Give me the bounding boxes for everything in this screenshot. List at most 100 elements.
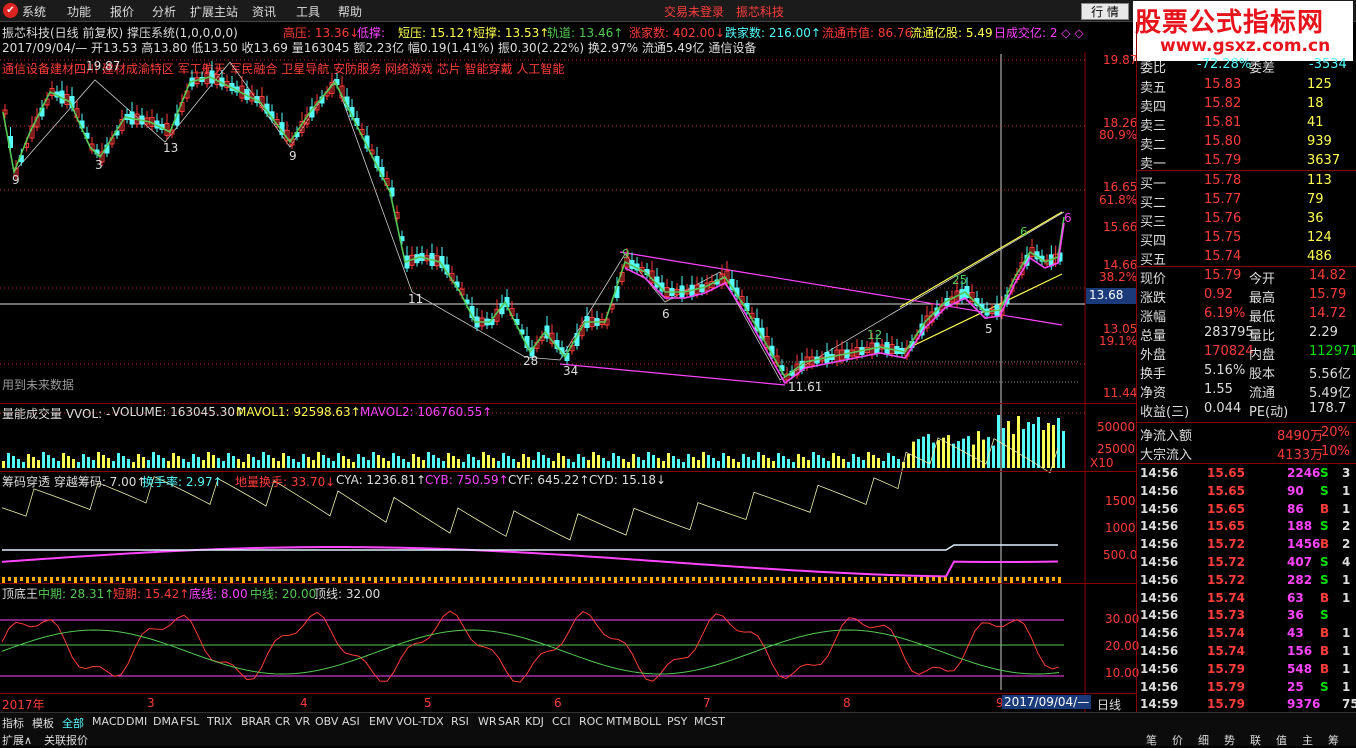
menu-ext-site[interactable]: 扩展主站 [190, 3, 238, 20]
tick-volume: 156 [1287, 644, 1313, 658]
tick-side: S [1320, 608, 1329, 623]
period-label[interactable]: 日线 [1097, 696, 1121, 713]
weibi-value: -72.28% [1197, 57, 1252, 72]
stat-value: 15.79 [1204, 268, 1242, 283]
indicator-tab[interactable]: KDJ [525, 715, 544, 728]
tick-side: S [1320, 466, 1329, 480]
tick-row: 14:56 15.72 407 S 4 [1137, 554, 1356, 572]
tick-row: 14:56 15.65 86 B 1 [1137, 501, 1356, 519]
tick-count: 1 [1342, 572, 1351, 587]
indicator-tab[interactable]: MTM [606, 715, 632, 728]
indicator-tab[interactable]: MACD [92, 715, 125, 728]
indicator-tab[interactable]: MCST [694, 715, 725, 728]
level-volume: 41 [1307, 115, 1324, 130]
chart-area[interactable]: 振芯科技(日线 前复权) 撑压系统(1,0,0,0,0) 高压: 13.36↓ … [0, 22, 1139, 713]
indicator-tab[interactable]: 指标 [2, 715, 24, 731]
indicator-tab[interactable]: ASI [342, 715, 360, 728]
stat-label: 总量 [1140, 329, 1167, 344]
level-label: 卖四 [1140, 100, 1167, 115]
indicator-tab[interactable]: TRIX [207, 715, 232, 728]
level-volume: 486 [1307, 249, 1332, 264]
stat-row: 换手 5.16% 股本 5.56亿 [1137, 362, 1356, 382]
level-volume: 3637 [1307, 153, 1341, 168]
time-label: 6 [554, 696, 562, 710]
indicator-tab[interactable]: FSL [180, 715, 199, 728]
price-label: 11.44 [1103, 386, 1138, 400]
tick-price: 15.74 [1207, 644, 1245, 658]
vol-axis: 25000 [1097, 442, 1136, 456]
tick-volume: 86 [1287, 501, 1304, 516]
menu-analysis[interactable]: 分析 [152, 3, 176, 20]
indicator-tab[interactable]: VOL-TDX [396, 715, 444, 728]
level-price: 15.81 [1204, 115, 1242, 130]
chip-hsl: 换手率: 2.97↑ [142, 475, 223, 489]
channel-line [559, 363, 786, 386]
indicator-tab[interactable]: SAR [498, 715, 520, 728]
tick-row: 14:56 15.73 36 S [1137, 607, 1356, 625]
menu-help[interactable]: 帮助 [338, 3, 362, 20]
tick-time: 14:59 [1140, 697, 1179, 712]
tick-row: 14:56 15.72 1456 B 2 [1137, 536, 1356, 554]
menu-function[interactable]: 功能 [67, 3, 91, 20]
count-mark: 9 [12, 173, 20, 187]
tick-count: 1 [1342, 626, 1351, 641]
level-price: 15.79 [1204, 153, 1242, 168]
quote-button[interactable]: 行 情 [1081, 3, 1129, 20]
indicator-tab[interactable]: RSI [451, 715, 469, 728]
indicator-tab[interactable]: BOLL [633, 715, 661, 728]
fib-label: 80.9% [1099, 128, 1138, 142]
count-mark: 6 [662, 307, 670, 321]
tick-row: 14:56 15.74 63 B 1 [1137, 590, 1356, 608]
indicator-tab[interactable]: DMA [153, 715, 179, 728]
indicator-tab[interactable]: WR [478, 715, 497, 728]
tick-row: 14:56 15.65 90 S 1 [1137, 483, 1356, 501]
menu-tools[interactable]: 工具 [296, 3, 320, 20]
indicator-tab[interactable]: PSY [667, 715, 687, 728]
indicator-tab[interactable]: OBV [315, 715, 338, 728]
stat-label: 外盘 [1140, 348, 1167, 363]
tick-price: 15.65 [1207, 519, 1245, 534]
fib-lines [0, 59, 1085, 414]
indicator-tab[interactable]: 全部 [62, 715, 84, 731]
indicator-tab[interactable]: VR [295, 715, 310, 728]
stat-label: 流通 [1249, 386, 1276, 401]
tick-volume: 63 [1287, 590, 1304, 605]
vol-mavol2: MAVOL2: 106760.55↑ [360, 405, 493, 419]
tb-tx: 顶线: 32.00 [314, 587, 381, 601]
tb-zq: 中期: 28.31↑ [38, 587, 115, 601]
time-label: 7 [703, 696, 711, 710]
stat-label: 净资 [1140, 386, 1167, 401]
stat-label: 涨跌 [1140, 291, 1167, 306]
tick-count: 2 [1342, 537, 1351, 552]
indicator-tab[interactable]: BRAR [241, 715, 271, 728]
menu-quote[interactable]: 报价 [110, 3, 134, 20]
weicha-value: -3534 [1309, 57, 1347, 72]
tb-title: 顶底王 [2, 587, 39, 601]
indicator-tab[interactable]: EMV [369, 715, 393, 728]
stat-label: 涨幅 [1140, 310, 1167, 325]
count-mark: 25 [952, 273, 968, 287]
menu-system[interactable]: 系统 [22, 3, 46, 20]
level-price: 15.75 [1204, 230, 1242, 245]
indicator-tab[interactable]: 模板 [32, 715, 54, 731]
chip-axis: 1500 [1105, 494, 1136, 508]
indicator-tab[interactable]: CR [275, 715, 290, 728]
tick-volume: 9376 [1287, 697, 1321, 712]
stat-label: PE(动) [1249, 405, 1289, 420]
tick-volume: 90 [1287, 483, 1304, 498]
indicator-tab[interactable]: ROC [579, 715, 603, 728]
indicator-tab[interactable]: CCI [552, 715, 571, 728]
tick-time: 14:56 [1140, 519, 1179, 534]
menu-news[interactable]: 资讯 [252, 3, 276, 20]
chip-dlhs: 地量换手: 33.70↓ [235, 475, 336, 489]
level-price: 15.78 [1204, 173, 1242, 188]
sell-level: 卖二 15.80 939 [1137, 133, 1356, 153]
high-mark: 19.87 [86, 59, 121, 73]
sell-level: 卖一 15.79 3637 [1137, 152, 1356, 172]
indicator-tab[interactable]: DMI [126, 715, 147, 728]
tick-count: 2 [1342, 519, 1351, 534]
flow-value: 4133万 [1277, 448, 1324, 463]
login-status[interactable]: 交易未登录 [664, 3, 724, 20]
tick-price: 15.65 [1207, 483, 1245, 498]
flow-label: 净流入额 [1140, 429, 1193, 444]
